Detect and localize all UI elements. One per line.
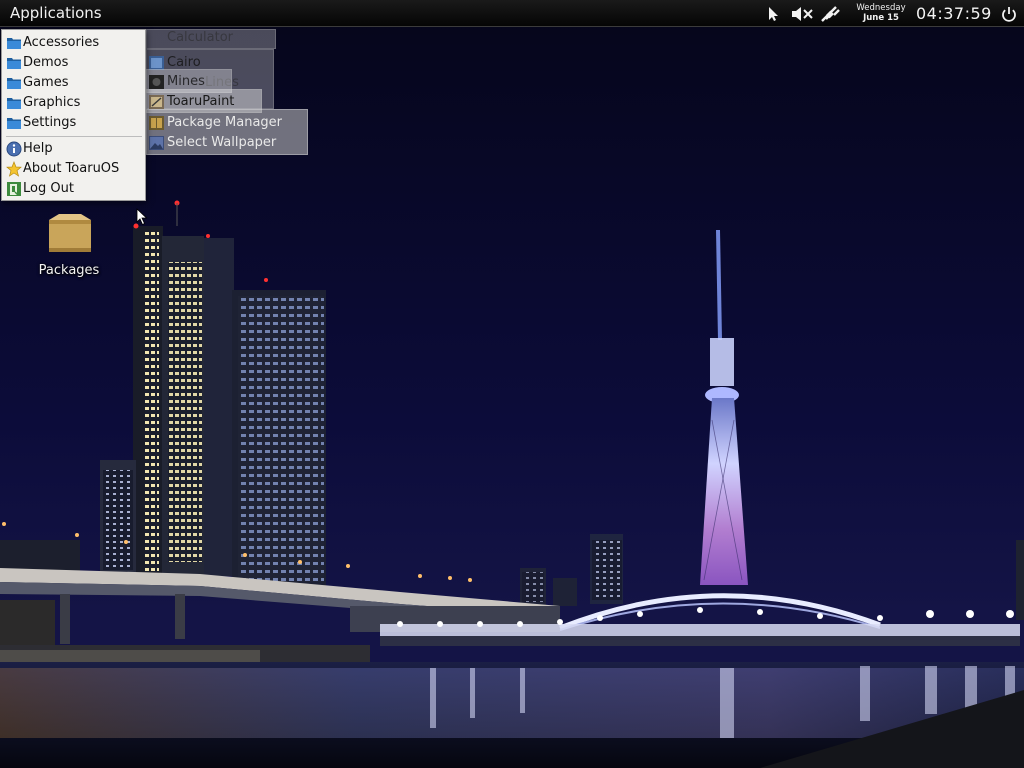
menu-item-about[interactable]: About ToaruOS [4, 159, 143, 179]
top-panel: Applications Wednesday June 15 04:37:59 [0, 0, 1024, 27]
folder-icon [7, 98, 21, 109]
paint-app-icon [149, 95, 164, 109]
menu-item-label: Graphics [23, 95, 81, 110]
date-day: June 15 [863, 13, 899, 23]
package-box-icon [49, 214, 91, 252]
submenu-item-label: Calculator [167, 30, 234, 45]
folder-icon [7, 118, 21, 129]
menu-separator [6, 136, 142, 137]
menu-item-log-out[interactable]: Log Out [4, 179, 143, 199]
panel-clock[interactable]: 04:37:59 [916, 0, 992, 26]
folder-icon [7, 78, 21, 89]
desktop-icon-label: Packages [38, 263, 100, 278]
pointer-icon[interactable] [764, 5, 782, 23]
wallpaper-icon [149, 136, 164, 150]
menu-item-demos[interactable]: Demos [4, 53, 143, 73]
submenu-item-label: Select Wallpaper [167, 135, 277, 150]
applications-menu: Accessories Demos Games Graphics Setting… [1, 29, 146, 201]
desktop-icon-packages[interactable]: Packages [29, 208, 109, 280]
menu-item-label: Help [23, 141, 53, 156]
folder-icon [7, 58, 21, 69]
submenu-item-package-manager[interactable]: Package Manager [147, 113, 307, 133]
help-icon [6, 141, 22, 157]
menu-item-help[interactable]: Help [4, 139, 143, 159]
submenu-item-select-wallpaper[interactable]: Select Wallpaper [147, 133, 307, 153]
menu-item-label: Games [23, 75, 69, 90]
menu-item-label: Accessories [23, 35, 100, 50]
menu-item-label: About ToaruOS [23, 161, 120, 176]
menu-item-label: Demos [23, 55, 69, 70]
menu-item-accessories[interactable]: Accessories [4, 33, 143, 53]
mouse-cursor-icon [136, 208, 148, 226]
menu-item-settings[interactable]: Settings [4, 113, 143, 133]
power-icon[interactable] [1000, 5, 1018, 23]
exit-icon [7, 182, 21, 196]
submenu-item-label: Package Manager [167, 115, 283, 130]
applications-menu-button[interactable]: Applications [4, 0, 108, 26]
volume-muted-icon[interactable] [790, 5, 814, 23]
cairo-app-icon [149, 56, 164, 70]
settings-submenu: Package Manager Select Wallpaper [146, 109, 308, 155]
submenu-item-calculator[interactable]: Calculator [147, 28, 275, 48]
accessories-submenu: Calculator [146, 29, 276, 49]
folder-icon [7, 38, 21, 49]
date-weekday: Wednesday [856, 3, 906, 13]
network-disconnected-icon[interactable] [820, 5, 840, 23]
menu-item-label: Log Out [23, 181, 74, 196]
star-icon [6, 161, 22, 177]
menu-item-games[interactable]: Games [4, 73, 143, 93]
mines-app-icon [149, 75, 164, 89]
panel-date[interactable]: Wednesday June 15 [852, 3, 910, 23]
menu-item-graphics[interactable]: Graphics [4, 93, 143, 113]
package-manager-icon [149, 116, 164, 130]
menu-item-label: Settings [23, 115, 77, 130]
